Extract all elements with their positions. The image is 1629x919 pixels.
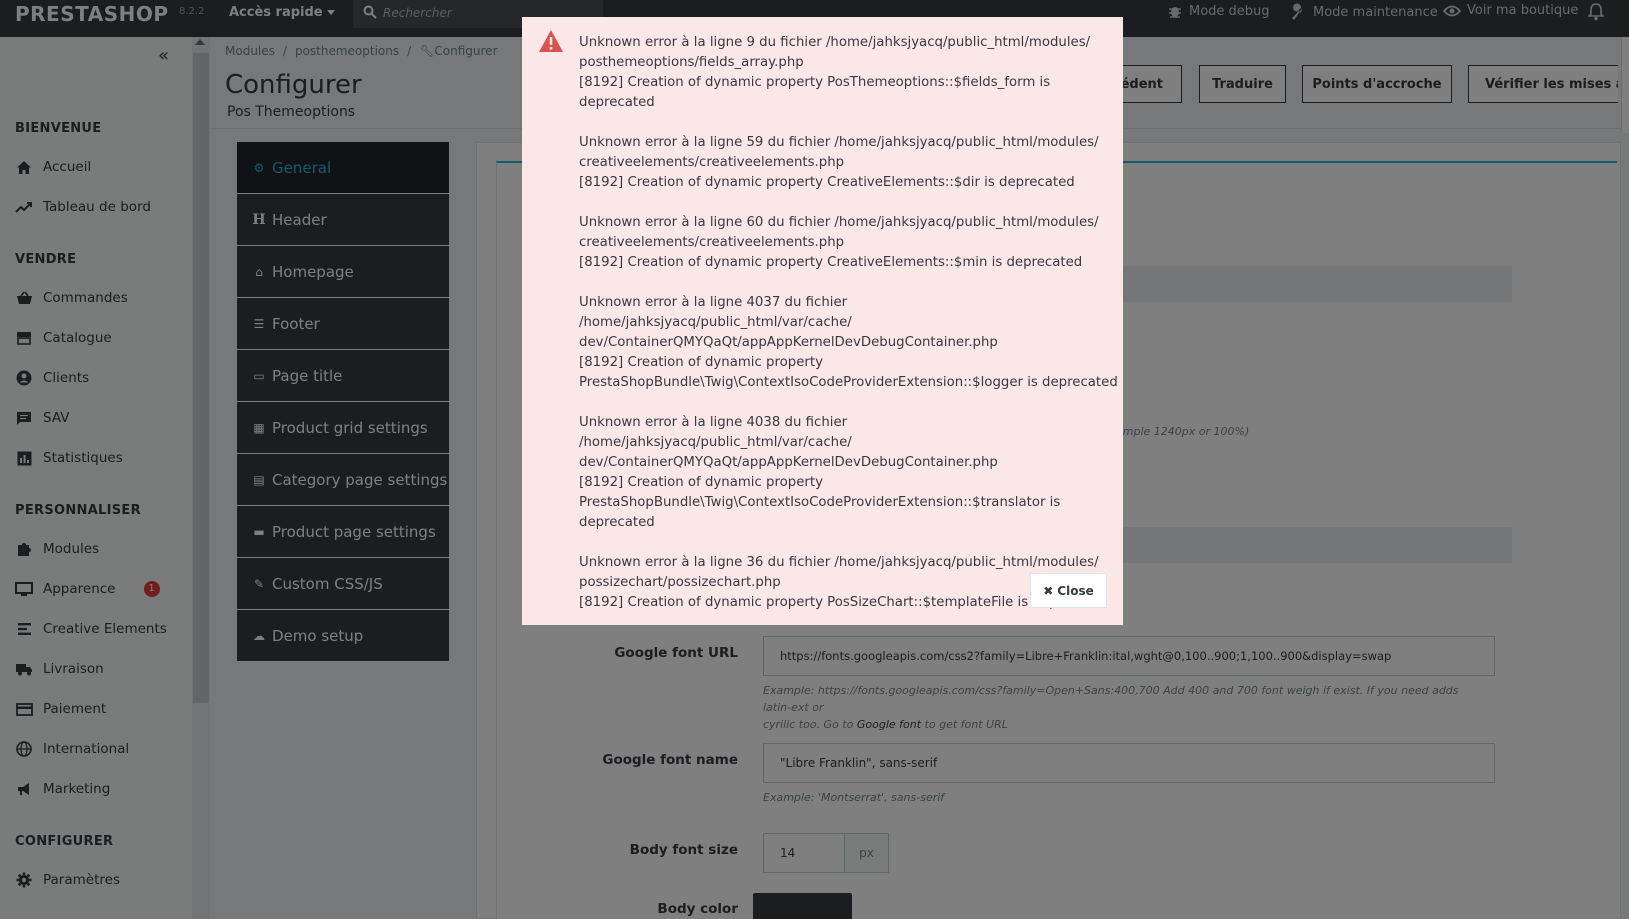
error-message: Unknown error à la ligne 9 du fichier /h… bbox=[579, 33, 1119, 113]
error-message-line: [8192] Creation of dynamic property Crea… bbox=[579, 255, 1083, 270]
error-message-line: dev/ContainerQMYQaQt/appAppKernelDevDebu… bbox=[579, 455, 998, 470]
close-button[interactable]: ✖ Close bbox=[1030, 573, 1107, 608]
error-message-line: deprecated bbox=[579, 515, 655, 530]
error-message-line: Unknown error à la ligne 36 du fichier /… bbox=[579, 555, 1099, 570]
error-message-line: posthemeoptions/fields_array.php bbox=[579, 55, 804, 70]
error-message: Unknown error à la ligne 59 du fichier /… bbox=[579, 133, 1119, 193]
error-modal: Unknown error à la ligne 9 du fichier /h… bbox=[522, 17, 1123, 625]
error-message-line: Unknown error à la ligne 59 du fichier /… bbox=[579, 135, 1099, 150]
error-message-line: creativeelements/creativeelements.php bbox=[579, 155, 845, 170]
close-button-label: Close bbox=[1057, 583, 1094, 598]
error-message-line: creativeelements/creativeelements.php bbox=[579, 235, 845, 250]
error-message: Unknown error à la ligne 60 du fichier /… bbox=[579, 213, 1119, 273]
error-message-line: PrestaShopBundle\Twig\ContextIsoCodeProv… bbox=[579, 375, 1118, 390]
error-message: Unknown error à la ligne 4038 du fichier… bbox=[579, 413, 1119, 533]
error-message-line: [8192] Creation of dynamic property Crea… bbox=[579, 175, 1075, 190]
error-message-line: Unknown error à la ligne 60 du fichier /… bbox=[579, 215, 1099, 230]
error-message-line: Unknown error à la ligne 4037 du fichier… bbox=[579, 295, 852, 330]
warning-triangle-icon bbox=[539, 30, 563, 52]
error-message-line: Unknown error à la ligne 9 du fichier /h… bbox=[579, 35, 1091, 50]
close-x-icon: ✖ bbox=[1043, 583, 1054, 598]
error-message-line: Unknown error à la ligne 4038 du fichier… bbox=[579, 415, 852, 450]
error-message-list: Unknown error à la ligne 9 du fichier /h… bbox=[579, 33, 1119, 633]
error-message-line: PrestaShopBundle\Twig\ContextIsoCodeProv… bbox=[579, 495, 1061, 510]
error-message: Unknown error à la ligne 4037 du fichier… bbox=[579, 293, 1119, 393]
error-message-line: dev/ContainerQMYQaQt/appAppKernelDevDebu… bbox=[579, 335, 998, 350]
error-message-line: [8192] Creation of dynamic property PosT… bbox=[579, 75, 1051, 110]
error-message-line: [8192] Creation of dynamic property bbox=[579, 355, 823, 370]
error-message-line: [8192] Creation of dynamic property bbox=[579, 475, 823, 490]
